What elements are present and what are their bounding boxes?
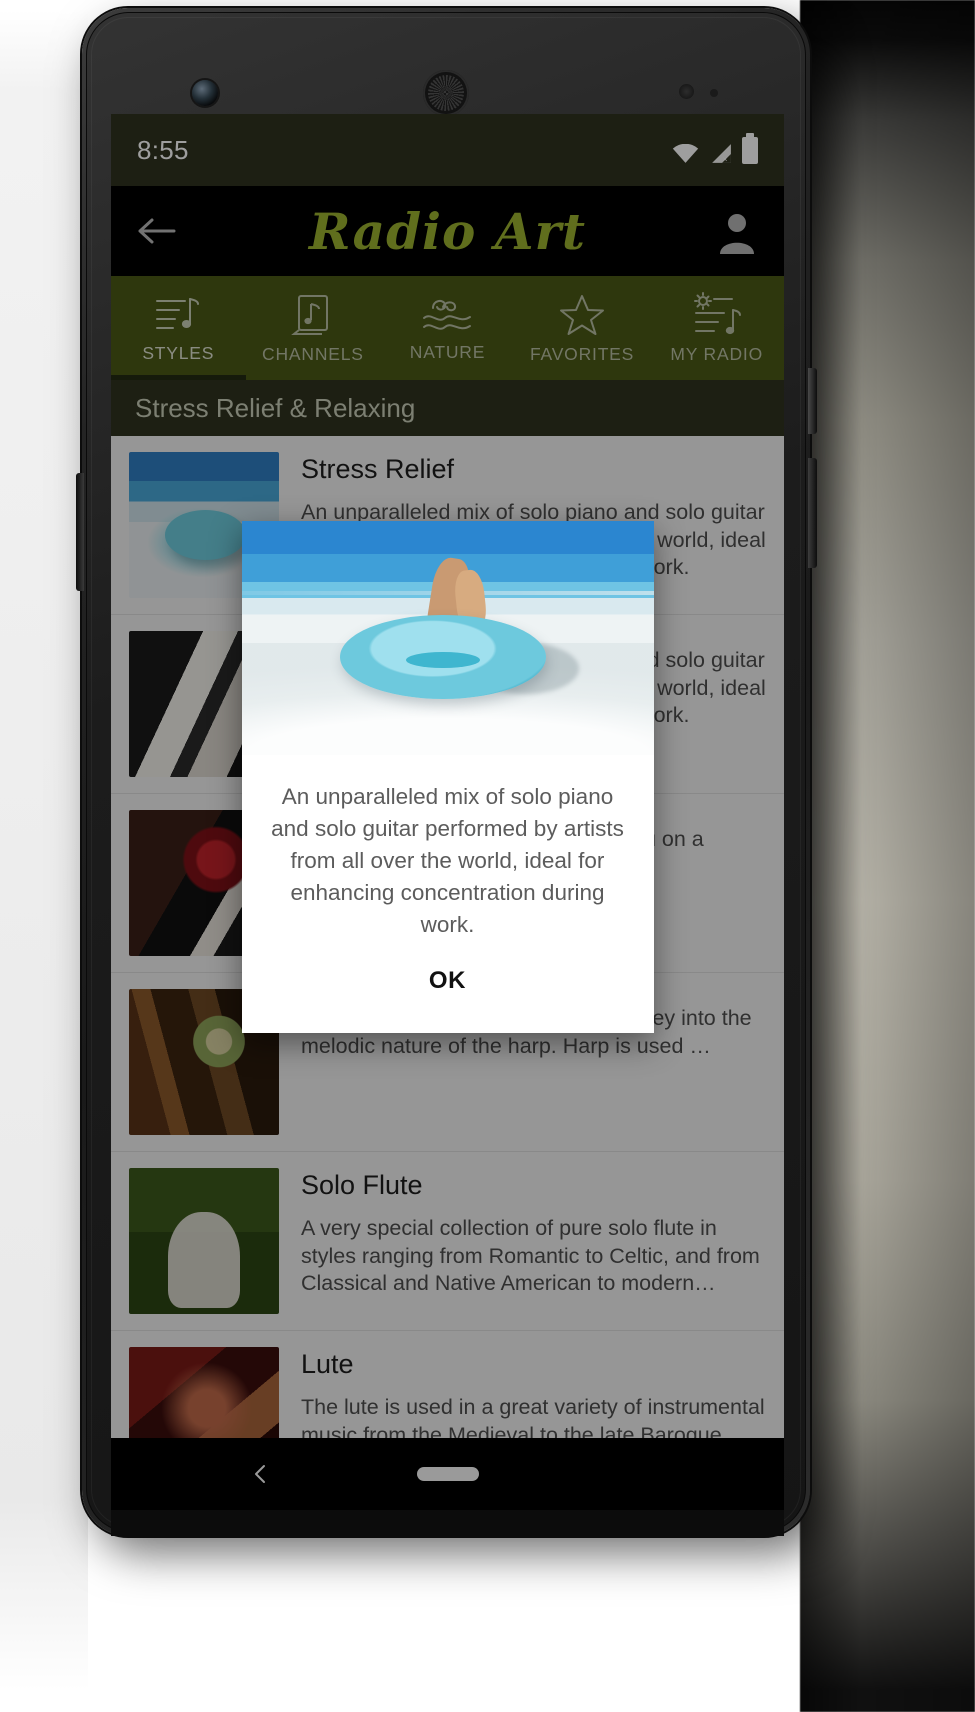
front-camera-icon bbox=[192, 80, 218, 106]
dialog-actions: OK bbox=[242, 945, 654, 1033]
nav-back-icon[interactable] bbox=[251, 1464, 271, 1484]
volume-button-left[interactable] bbox=[76, 473, 84, 591]
proximity-sensor-icon bbox=[679, 84, 694, 99]
dialog-body: An unparalleled mix of solo piano and so… bbox=[242, 755, 654, 945]
screenshot-root: 8:55 × Radio Art STYLES CHANNELS NATURE … bbox=[0, 0, 975, 1712]
dialog-text: An unparalleled mix of solo piano and so… bbox=[271, 784, 624, 937]
background-right-strip bbox=[800, 0, 975, 1712]
description-dialog: An unparalleled mix of solo piano and so… bbox=[241, 521, 654, 1033]
ok-button[interactable]: OK bbox=[407, 959, 488, 1003]
earpiece-speaker-icon bbox=[423, 70, 469, 116]
volume-button-right[interactable] bbox=[808, 458, 817, 568]
phone-screen: 8:55 × Radio Art STYLES CHANNELS NATURE … bbox=[111, 114, 784, 1438]
background-left bbox=[0, 0, 88, 1712]
nav-home-pill-icon[interactable] bbox=[416, 1467, 479, 1481]
device-chin bbox=[111, 1510, 784, 1536]
dialog-image bbox=[241, 521, 654, 755]
power-button-right[interactable] bbox=[808, 368, 817, 434]
phone-device: 8:55 × Radio Art STYLES CHANNELS NATURE … bbox=[76, 8, 817, 1536]
navigation-bar bbox=[111, 1438, 784, 1510]
light-sensor-icon bbox=[710, 89, 718, 97]
